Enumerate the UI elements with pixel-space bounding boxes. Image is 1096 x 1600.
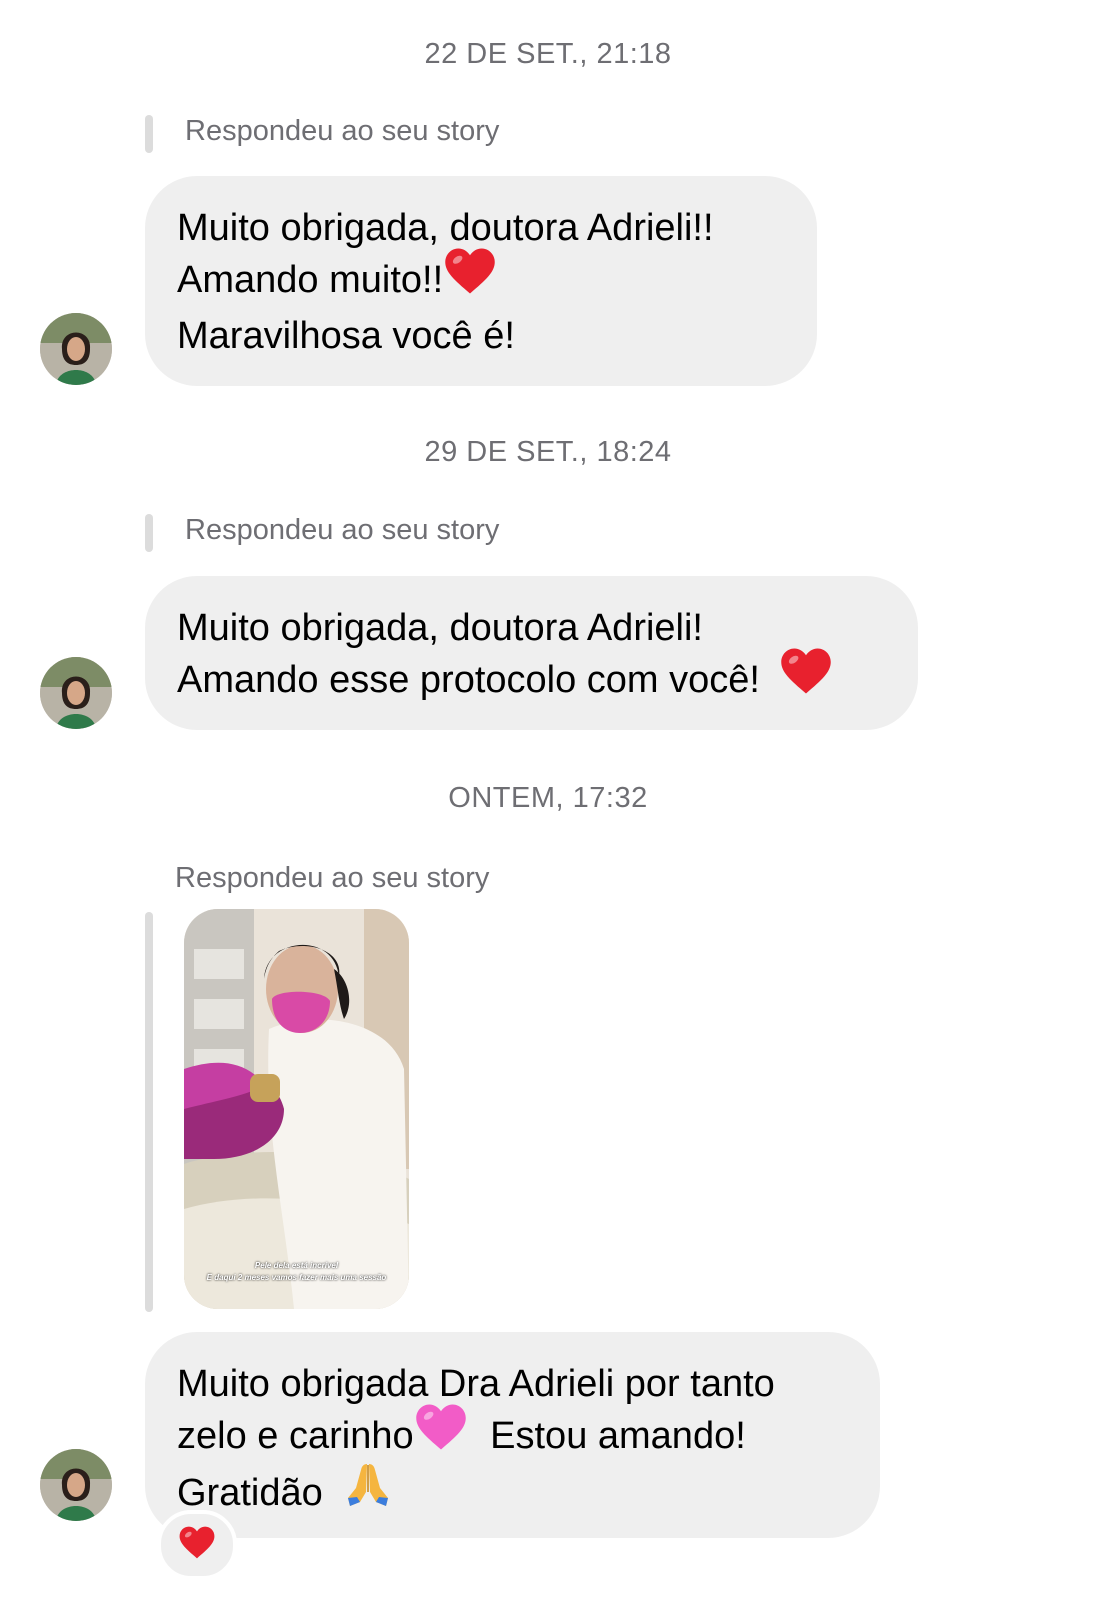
message-bubble[interactable]: Muito obrigada, doutora Adrieli!! Amando… (145, 176, 817, 386)
reply-label: Respondeu ao seu story (185, 514, 500, 546)
red-heart-icon (178, 1525, 216, 1565)
reply-label: Respondeu ao seu story (175, 862, 490, 894)
message-line: Gratidão (177, 1472, 323, 1515)
timestamp: 22 DE SET., 21:18 (424, 38, 672, 70)
reply-label: Respondeu ao seu story (185, 115, 500, 147)
reply-indicator-bar (145, 115, 153, 153)
message-line: Estou amando! (490, 1415, 746, 1458)
avatar[interactable] (40, 1449, 112, 1521)
timestamp: ONTEM, 17:32 (448, 782, 648, 814)
message-line: zelo e carinho (177, 1415, 414, 1458)
reply-indicator-bar (145, 912, 153, 1312)
message-line: Amando esse protocolo com você! (177, 659, 760, 702)
red-heart-icon (779, 646, 833, 710)
story-thumbnail[interactable]: Pele dela está incrível E daqui 2 meses … (184, 909, 409, 1309)
red-heart-icon (443, 246, 497, 310)
story-image (184, 909, 409, 1309)
avatar[interactable] (40, 657, 112, 729)
timestamp: 29 DE SET., 18:24 (424, 436, 672, 468)
avatar[interactable] (40, 313, 112, 385)
reply-indicator-bar (145, 514, 153, 552)
message-line: Muito obrigada Dra Adrieli por tanto (177, 1363, 775, 1405)
message-line: Maravilhosa você é! (177, 315, 515, 357)
story-caption: E daqui 2 meses vamos fazer mais uma ses… (206, 1273, 387, 1282)
message-bubble[interactable]: Muito obrigada, doutora Adrieli! Amando … (145, 576, 918, 730)
reaction-badge[interactable] (157, 1510, 237, 1580)
message-bubble[interactable]: Muito obrigada Dra Adrieli por tanto zel… (145, 1332, 880, 1538)
message-line: Amando muito!! (177, 259, 444, 302)
folded-hands-icon (341, 1458, 395, 1524)
pink-heart-icon (414, 1402, 468, 1466)
story-caption: Pele dela está incrível (254, 1261, 339, 1270)
